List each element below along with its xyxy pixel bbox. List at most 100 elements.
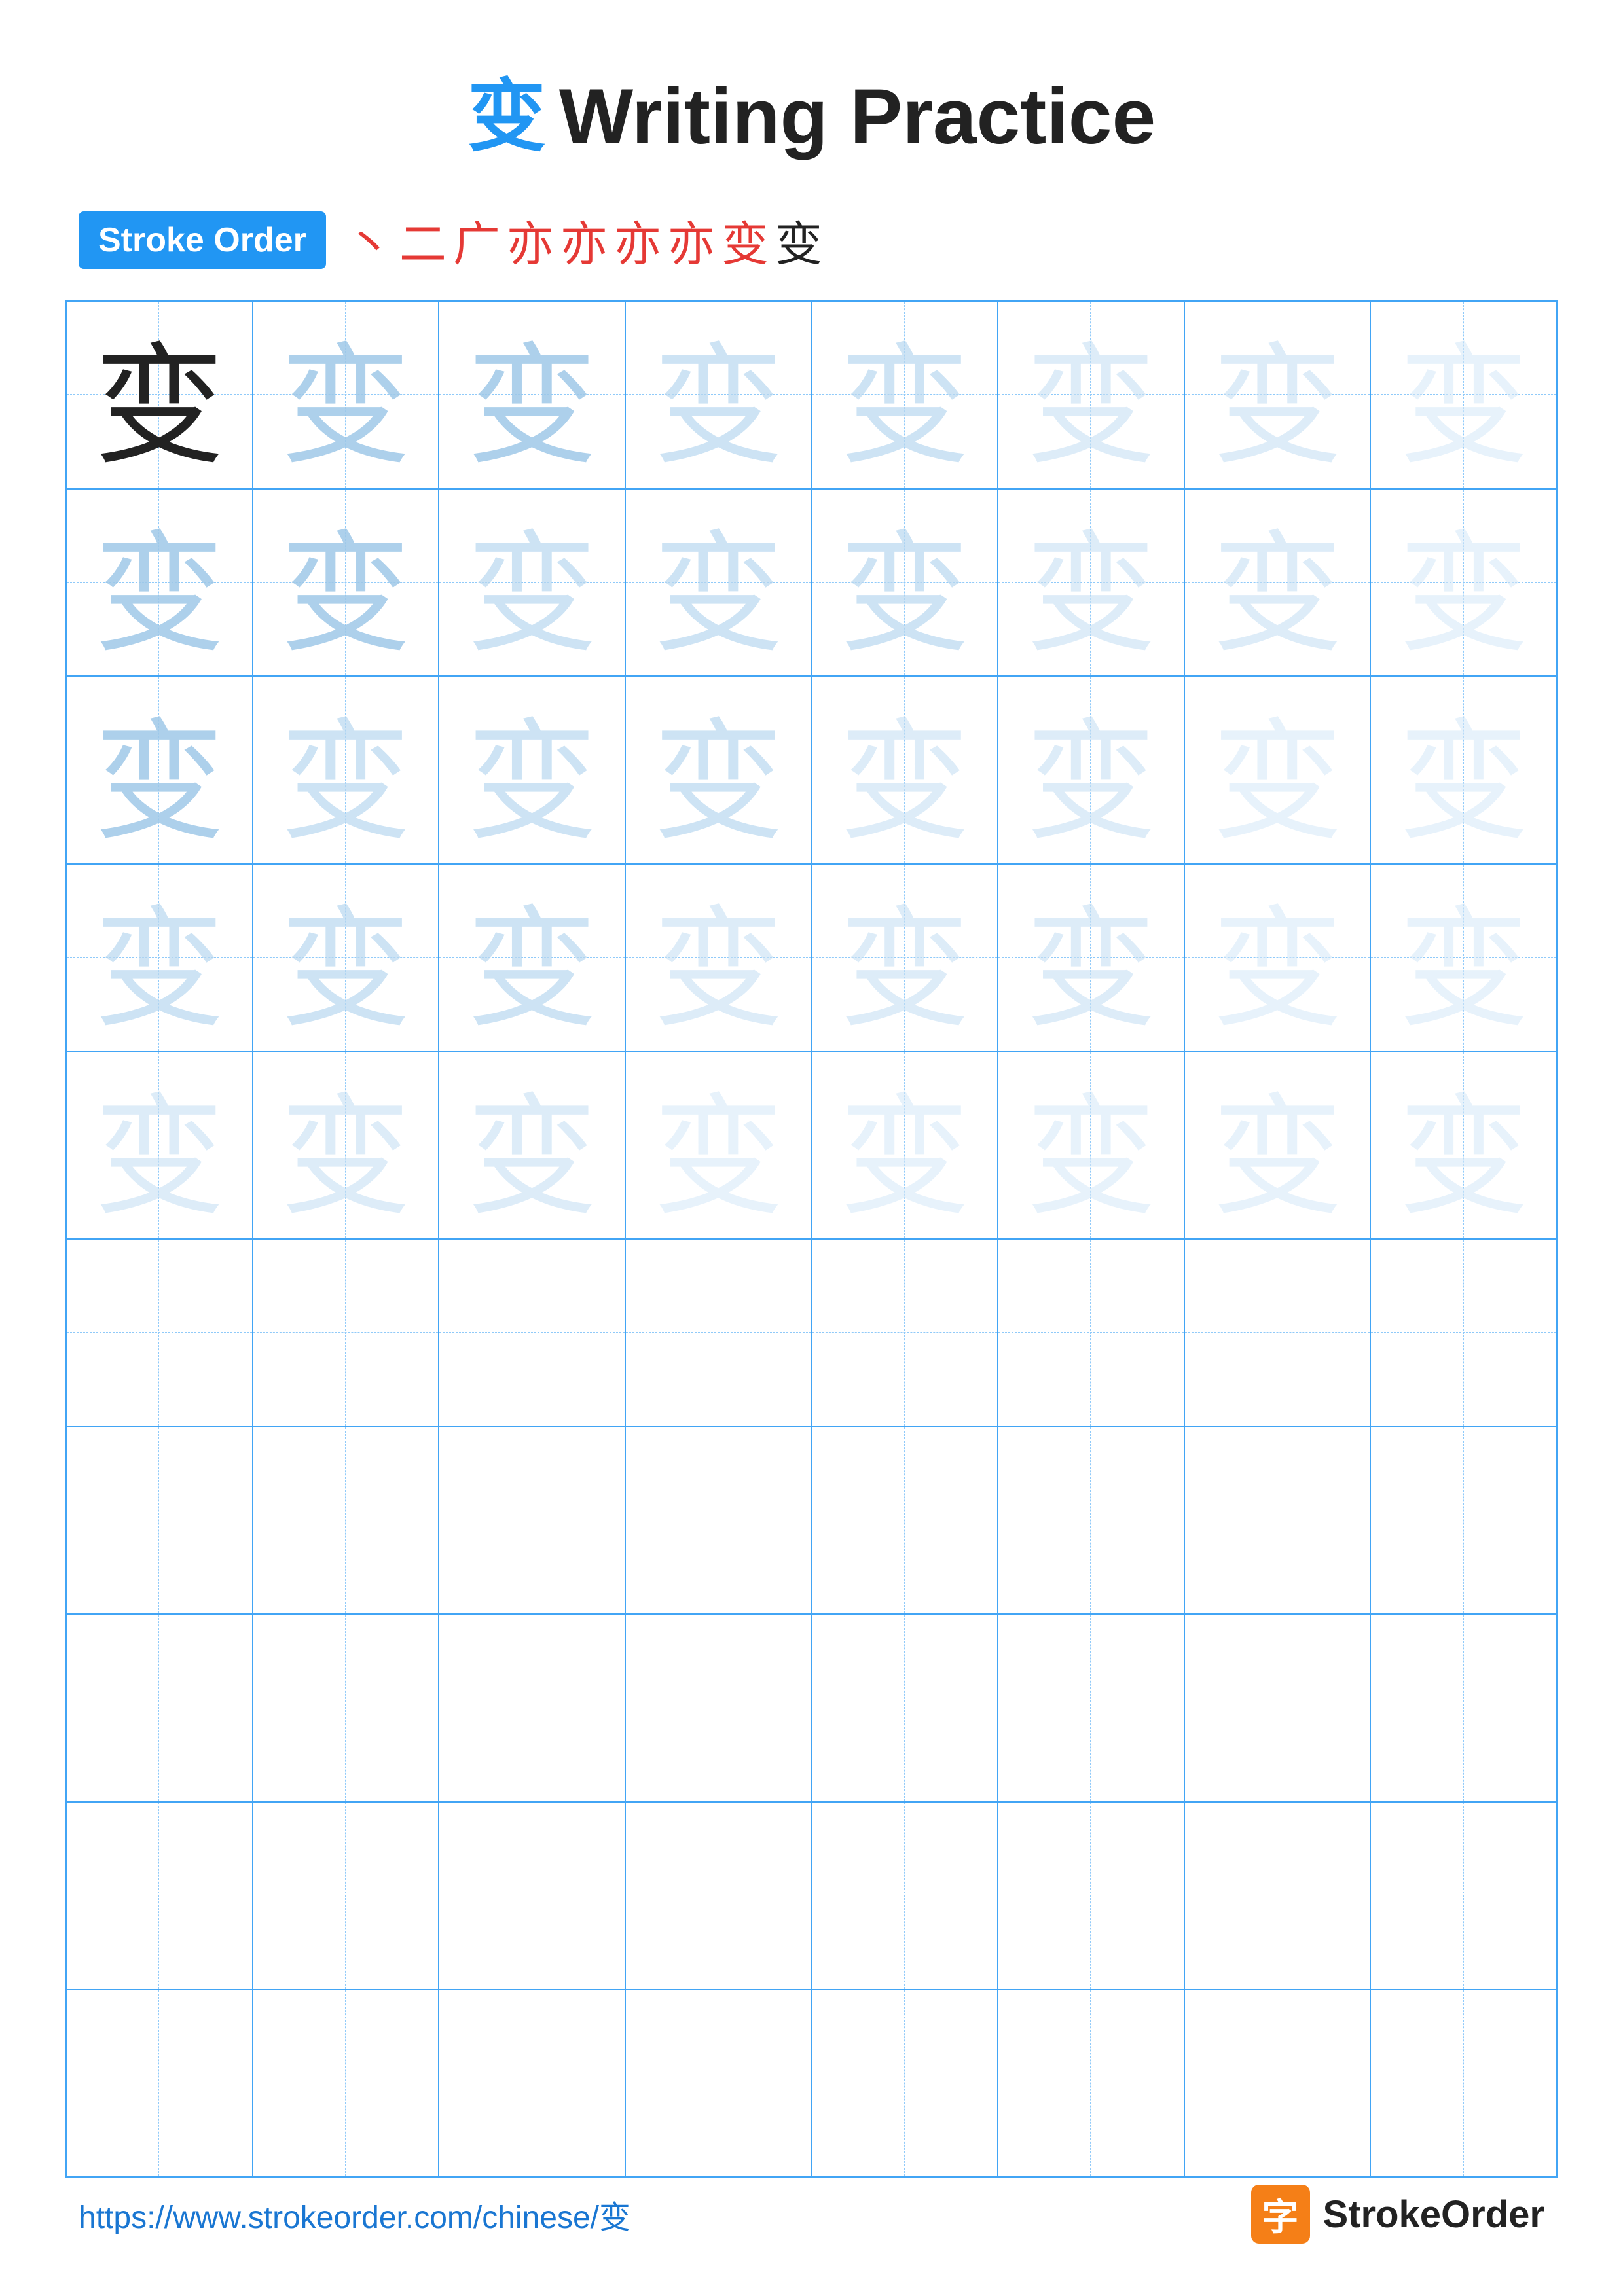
grid-cell-10-8[interactable]: [1371, 1990, 1556, 2177]
grid-cell-10-4[interactable]: [626, 1990, 812, 2177]
grid-cell-4-5[interactable]: 变: [812, 865, 999, 1051]
grid-cell-6-1[interactable]: [67, 1240, 253, 1426]
grid-row-1[interactable]: 变 变 变 变 变 变 变 变: [67, 302, 1556, 490]
grid-cell-7-1[interactable]: [67, 1427, 253, 1614]
grid-cell-9-3[interactable]: [439, 1803, 626, 1989]
grid-cell-10-5[interactable]: [812, 1990, 999, 2177]
grid-cell-3-7[interactable]: 变: [1185, 677, 1372, 863]
grid-cell-1-6[interactable]: 变: [998, 302, 1185, 488]
grid-cell-1-4[interactable]: 变: [626, 302, 812, 488]
grid-cell-9-2[interactable]: [253, 1803, 440, 1989]
grid-cell-7-3[interactable]: [439, 1427, 626, 1614]
grid-cell-8-3[interactable]: [439, 1615, 626, 1801]
grid-cell-8-5[interactable]: [812, 1615, 999, 1801]
footer-url[interactable]: https://www.strokeorder.com/chinese/变: [79, 2191, 630, 2237]
grid-cell-9-8[interactable]: [1371, 1803, 1556, 1989]
grid-cell-5-2[interactable]: 变: [253, 1052, 440, 1239]
grid-cell-1-7[interactable]: 变: [1185, 302, 1372, 488]
grid-cell-8-4[interactable]: [626, 1615, 812, 1801]
grid-cell-4-7[interactable]: 变: [1185, 865, 1372, 1051]
grid-row-8[interactable]: [67, 1615, 1556, 1803]
grid-cell-2-4[interactable]: 变: [626, 490, 812, 676]
practice-char-light: 变: [67, 865, 252, 1051]
grid-cell-6-2[interactable]: [253, 1240, 440, 1426]
grid-cell-1-1[interactable]: 变: [67, 302, 253, 488]
grid-cell-10-6[interactable]: [998, 1990, 1185, 2177]
grid-cell-5-8[interactable]: 变: [1371, 1052, 1556, 1239]
grid-cell-10-2[interactable]: [253, 1990, 440, 2177]
grid-cell-2-5[interactable]: 变: [812, 490, 999, 676]
grid-cell-4-1[interactable]: 变: [67, 865, 253, 1051]
grid-cell-5-5[interactable]: 变: [812, 1052, 999, 1239]
grid-row-6[interactable]: [67, 1240, 1556, 1427]
grid-cell-10-7[interactable]: [1185, 1990, 1372, 2177]
grid-cell-7-8[interactable]: [1371, 1427, 1556, 1614]
grid-cell-2-8[interactable]: 变: [1371, 490, 1556, 676]
grid-cell-2-6[interactable]: 变: [998, 490, 1185, 676]
grid-row-7[interactable]: [67, 1427, 1556, 1615]
grid-cell-8-2[interactable]: [253, 1615, 440, 1801]
grid-cell-4-6[interactable]: 变: [998, 865, 1185, 1051]
grid-cell-7-6[interactable]: [998, 1427, 1185, 1614]
grid-cell-5-3[interactable]: 变: [439, 1052, 626, 1239]
grid-cell-6-8[interactable]: [1371, 1240, 1556, 1426]
grid-cell-8-8[interactable]: [1371, 1615, 1556, 1801]
grid-row-3[interactable]: 变 变 变 变 变 变 变 变: [67, 677, 1556, 865]
grid-cell-3-2[interactable]: 变: [253, 677, 440, 863]
grid-cell-4-3[interactable]: 变: [439, 865, 626, 1051]
grid-cell-6-6[interactable]: [998, 1240, 1185, 1426]
grid-cell-1-5[interactable]: 变: [812, 302, 999, 488]
stroke-4: 亦: [507, 206, 554, 274]
grid-cell-3-6[interactable]: 变: [998, 677, 1185, 863]
stroke-order-section: Stroke Order 丶 二 广 亦 亦 亦 亦 变 变: [0, 206, 1623, 274]
grid-cell-1-3[interactable]: 变: [439, 302, 626, 488]
grid-cell-2-3[interactable]: 变: [439, 490, 626, 676]
grid-cell-10-1[interactable]: [67, 1990, 253, 2177]
grid-cell-8-1[interactable]: [67, 1615, 253, 1801]
grid-cell-7-4[interactable]: [626, 1427, 812, 1614]
grid-row-2[interactable]: 变 变 变 变 变 变 变 变: [67, 490, 1556, 677]
grid-cell-7-2[interactable]: [253, 1427, 440, 1614]
grid-cell-9-7[interactable]: [1185, 1803, 1372, 1989]
grid-cell-3-8[interactable]: 变: [1371, 677, 1556, 863]
grid-cell-2-7[interactable]: 变: [1185, 490, 1372, 676]
practice-char-light: 变: [439, 302, 625, 488]
practice-char-light: 变: [439, 865, 625, 1051]
grid-cell-3-3[interactable]: 变: [439, 677, 626, 863]
grid-cell-8-7[interactable]: [1185, 1615, 1372, 1801]
grid-cell-7-5[interactable]: [812, 1427, 999, 1614]
practice-char-light: 变: [1185, 677, 1370, 863]
grid-row-10[interactable]: [67, 1990, 1556, 2177]
grid-row-4[interactable]: 变 变 变 变 变 变 变 变: [67, 865, 1556, 1052]
grid-cell-4-2[interactable]: 变: [253, 865, 440, 1051]
grid-cell-9-6[interactable]: [998, 1803, 1185, 1989]
grid-cell-6-5[interactable]: [812, 1240, 999, 1426]
practice-char-light: 变: [1371, 1052, 1556, 1239]
grid-cell-5-6[interactable]: 变: [998, 1052, 1185, 1239]
grid-cell-7-7[interactable]: [1185, 1427, 1372, 1614]
grid-cell-9-5[interactable]: [812, 1803, 999, 1989]
grid-row-5[interactable]: 变 变 变 变 变 变 变 变: [67, 1052, 1556, 1240]
grid-cell-6-3[interactable]: [439, 1240, 626, 1426]
grid-cell-10-3[interactable]: [439, 1990, 626, 2177]
grid-cell-5-4[interactable]: 变: [626, 1052, 812, 1239]
grid-cell-5-7[interactable]: 变: [1185, 1052, 1372, 1239]
grid-cell-5-1[interactable]: 变: [67, 1052, 253, 1239]
grid-cell-2-1[interactable]: 变: [67, 490, 253, 676]
grid-cell-3-5[interactable]: 变: [812, 677, 999, 863]
practice-grid[interactable]: 变 变 变 变 变 变 变 变: [65, 300, 1558, 2178]
grid-cell-1-8[interactable]: 变: [1371, 302, 1556, 488]
grid-cell-3-4[interactable]: 变: [626, 677, 812, 863]
grid-cell-2-2[interactable]: 变: [253, 490, 440, 676]
grid-cell-4-8[interactable]: 变: [1371, 865, 1556, 1051]
practice-char-dark: 变: [67, 302, 252, 488]
grid-cell-1-2[interactable]: 变: [253, 302, 440, 488]
grid-cell-6-7[interactable]: [1185, 1240, 1372, 1426]
grid-cell-6-4[interactable]: [626, 1240, 812, 1426]
grid-cell-8-6[interactable]: [998, 1615, 1185, 1801]
grid-cell-3-1[interactable]: 变: [67, 677, 253, 863]
grid-cell-4-4[interactable]: 变: [626, 865, 812, 1051]
grid-cell-9-4[interactable]: [626, 1803, 812, 1989]
grid-cell-9-1[interactable]: [67, 1803, 253, 1989]
grid-row-9[interactable]: [67, 1803, 1556, 1990]
